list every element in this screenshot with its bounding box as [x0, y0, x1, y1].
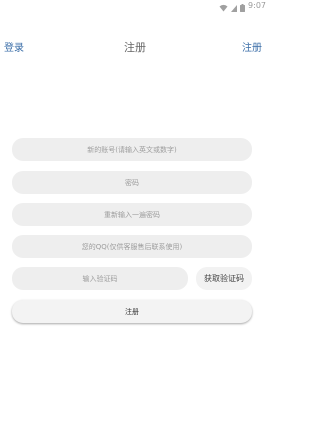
qq-input[interactable] — [12, 235, 252, 258]
register-screen: 9:07 登录 注册 注册 获取验证码 注册 — [0, 0, 270, 442]
status-time: 9:07 — [248, 1, 266, 10]
account-input[interactable] — [12, 138, 252, 161]
password-input[interactable] — [12, 171, 252, 194]
page-title: 注册 — [124, 41, 146, 54]
register-link[interactable]: 注册 — [242, 39, 262, 54]
confirm-password-input[interactable] — [12, 203, 252, 226]
signal-icon — [231, 0, 238, 16]
register-button[interactable]: 注册 — [12, 300, 252, 323]
battery-icon — [240, 0, 246, 16]
status-icons: 9:07 — [219, 0, 266, 12]
captcha-input[interactable] — [12, 267, 188, 290]
get-captcha-button[interactable]: 获取验证码 — [196, 267, 252, 290]
status-bar: 9:07 — [0, 0, 270, 12]
wifi-icon — [219, 0, 228, 16]
app-bar: 登录 注册 注册 — [0, 31, 270, 59]
